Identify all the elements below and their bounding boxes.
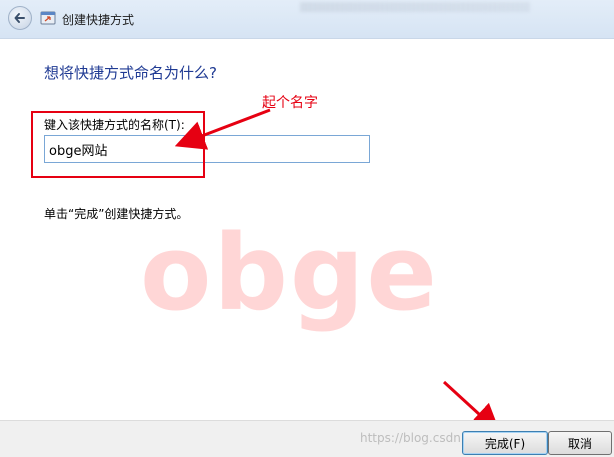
title-bar: 创建快捷方式 bbox=[0, 0, 614, 39]
page-heading: 想将快捷方式命名为什么? bbox=[44, 64, 217, 82]
cancel-button[interactable]: 取消 bbox=[548, 431, 612, 455]
annotation-text: 起个名字 bbox=[262, 95, 318, 111]
finish-button[interactable]: 完成(F) bbox=[462, 431, 548, 455]
annotation-highlight-box bbox=[31, 111, 205, 178]
blurred-background-text bbox=[300, 2, 530, 12]
window-title: 创建快捷方式 bbox=[62, 13, 135, 27]
obge-watermark: obge bbox=[140, 212, 439, 334]
back-arrow-icon bbox=[14, 13, 25, 23]
back-button[interactable] bbox=[8, 6, 32, 30]
shortcut-wizard-icon bbox=[40, 11, 56, 25]
